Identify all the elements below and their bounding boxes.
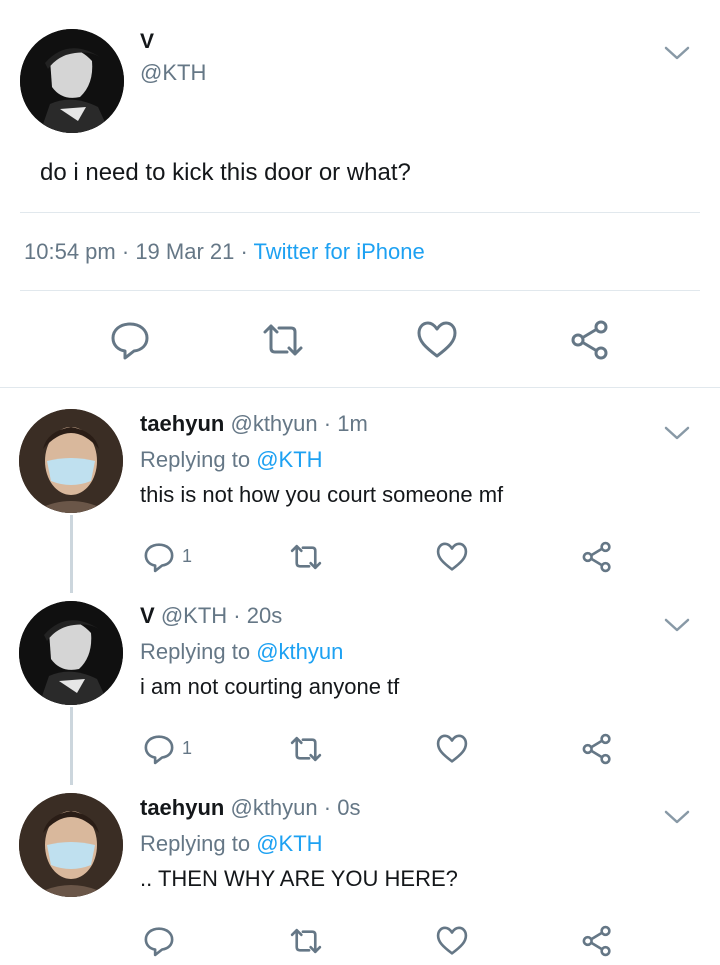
avatar-image xyxy=(19,793,123,897)
tweet-meta: 10:54 pm · 19 Mar 21 · Twitter for iPhon… xyxy=(24,239,425,265)
replying-to-link[interactable]: @KTH xyxy=(256,831,322,856)
tweet-time: 10:54 pm xyxy=(24,239,116,264)
retweet-icon[interactable] xyxy=(261,318,305,362)
divider xyxy=(0,387,720,388)
like-icon[interactable] xyxy=(435,540,469,574)
chevron-down-icon[interactable] xyxy=(664,45,690,61)
display-name[interactable]: V xyxy=(140,603,155,628)
replying-to-link[interactable]: @KTH xyxy=(256,447,322,472)
reply-icon[interactable] xyxy=(142,924,176,958)
share-icon[interactable] xyxy=(580,540,614,574)
avatar-image xyxy=(20,29,124,133)
avatar-taehyun[interactable] xyxy=(19,409,123,513)
handle[interactable]: @kthyun xyxy=(230,795,317,820)
like-icon[interactable] xyxy=(435,924,469,958)
replying-label: Replying to xyxy=(140,447,251,472)
replying-label: Replying to xyxy=(140,831,251,856)
tweet-text: do i need to kick this door or what? xyxy=(40,159,411,186)
reply-icon[interactable] xyxy=(108,318,152,362)
retweet-icon[interactable] xyxy=(289,540,323,574)
avatar-taehyun[interactable] xyxy=(19,793,123,897)
divider xyxy=(20,290,700,291)
replying-to: Replying to @KTH xyxy=(140,831,323,857)
avatar-image xyxy=(19,409,123,513)
chevron-down-icon[interactable] xyxy=(664,809,690,825)
replying-to: Replying to @KTH xyxy=(140,447,323,473)
tweet-source[interactable]: Twitter for iPhone xyxy=(254,239,425,264)
reply-time: · 0s xyxy=(323,795,361,820)
reply-header: taehyun @kthyun · 0s xyxy=(140,795,360,821)
thread-line xyxy=(70,707,73,785)
tweet-date: 19 Mar 21 xyxy=(135,239,235,264)
reply-count: 1 xyxy=(182,546,193,566)
reply-icon[interactable] xyxy=(142,732,176,766)
reply-count: 1 xyxy=(182,738,193,758)
chevron-down-icon[interactable] xyxy=(664,425,690,441)
avatar-image xyxy=(19,601,123,705)
reply-time: · 1m xyxy=(323,411,368,436)
replying-to-link[interactable]: @kthyun xyxy=(256,639,343,664)
handle[interactable]: @kthyun xyxy=(230,411,317,436)
retweet-icon[interactable] xyxy=(289,924,323,958)
reply-icon[interactable] xyxy=(142,540,176,574)
replying-label: Replying to xyxy=(140,639,251,664)
divider xyxy=(20,212,700,213)
reply-header: taehyun @kthyun · 1m xyxy=(140,411,368,437)
display-name[interactable]: taehyun xyxy=(140,411,224,436)
meta-separator: · xyxy=(121,239,130,264)
display-name[interactable]: V xyxy=(140,30,154,54)
thread-line xyxy=(70,515,73,593)
avatar-v[interactable] xyxy=(19,601,123,705)
reply-text: i am not courting anyone tf xyxy=(140,674,400,699)
reply-text: .. THEN WHY ARE YOU HERE? xyxy=(140,866,458,891)
avatar-v[interactable] xyxy=(20,29,124,133)
like-icon[interactable] xyxy=(435,732,469,766)
share-icon[interactable] xyxy=(580,732,614,766)
reply-header: V @KTH · 20s xyxy=(140,603,282,629)
handle[interactable]: @KTH xyxy=(161,603,227,628)
share-icon[interactable] xyxy=(580,924,614,958)
share-icon[interactable] xyxy=(568,318,612,362)
reply-text: this is not how you court someone mf xyxy=(140,482,504,507)
chevron-down-icon[interactable] xyxy=(664,617,690,633)
display-name[interactable]: taehyun xyxy=(140,795,224,820)
retweet-icon[interactable] xyxy=(289,732,323,766)
meta-separator: · xyxy=(240,239,248,264)
like-icon[interactable] xyxy=(415,318,459,362)
reply-time: · 20s xyxy=(233,603,283,628)
replying-to: Replying to @kthyun xyxy=(140,639,343,665)
handle[interactable]: @KTH xyxy=(140,60,206,86)
